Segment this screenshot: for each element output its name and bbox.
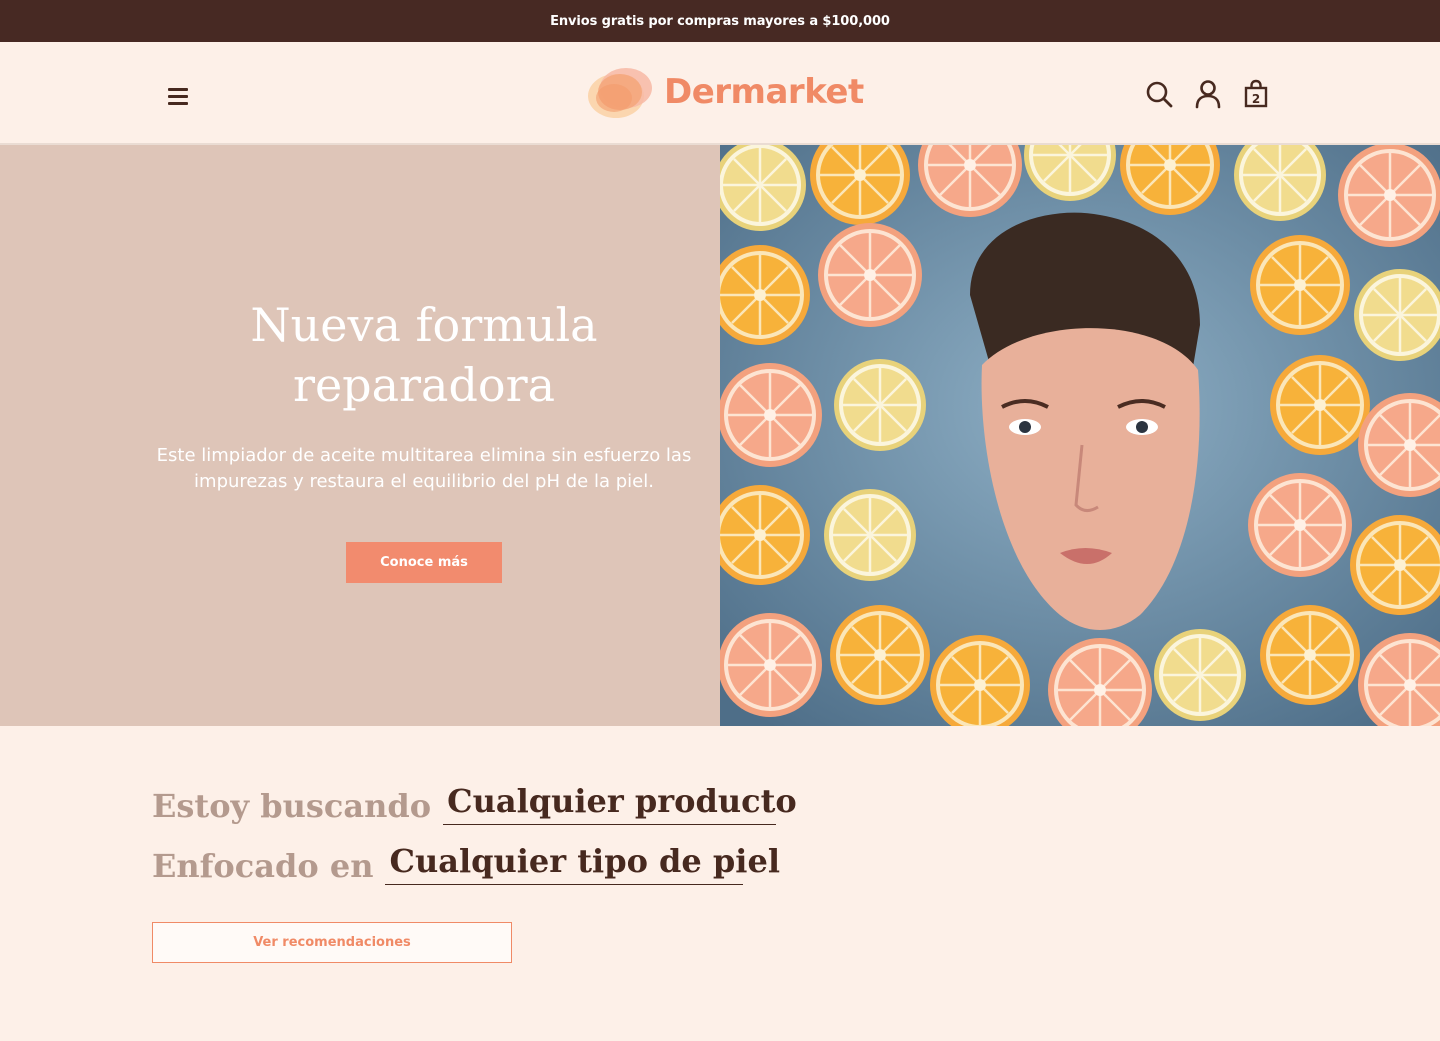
finder-label-looking-for: Estoy buscando bbox=[152, 787, 432, 825]
menu-button[interactable] bbox=[160, 78, 196, 114]
search-button[interactable] bbox=[1142, 76, 1176, 112]
logo-blob-icon bbox=[588, 68, 652, 118]
shopping-bag-icon: 2 bbox=[1244, 79, 1268, 108]
hamburger-icon bbox=[168, 87, 188, 91]
view-recommendations-button[interactable]: Ver recomendaciones bbox=[152, 922, 512, 963]
skin-type-finder-row: Enfocado en Cualquier tipo de piel bbox=[152, 842, 780, 885]
announcement-text: Envios gratis por compras mayores a $100… bbox=[550, 13, 890, 29]
hero-title: Nueva formula reparadora bbox=[250, 298, 598, 412]
brand-logo[interactable]: Dermarket bbox=[586, 62, 864, 122]
announcement-bar: Envios gratis por compras mayores a $100… bbox=[0, 0, 1440, 42]
user-icon bbox=[1195, 80, 1221, 109]
account-button[interactable] bbox=[1191, 76, 1225, 112]
hero-description: Este limpiador de aceite multitarea elim… bbox=[156, 445, 692, 492]
product-finder-row: Estoy buscando Cualquier producto bbox=[152, 782, 797, 825]
cart-count: 2 bbox=[1252, 92, 1260, 106]
skin-type-select[interactable]: Cualquier tipo de piel bbox=[385, 842, 780, 885]
product-type-select[interactable]: Cualquier producto bbox=[443, 782, 797, 825]
brand-name: Dermarket bbox=[664, 72, 864, 112]
search-icon bbox=[1146, 81, 1173, 108]
hero-image bbox=[720, 145, 1440, 726]
finder-label-focused-on: Enfocado en bbox=[152, 847, 374, 885]
hero-panel: Nueva formula reparadora Este limpiador … bbox=[0, 145, 720, 726]
site-header: Dermarket 2 bbox=[0, 42, 1440, 145]
learn-more-button[interactable]: Conoce más bbox=[346, 542, 502, 583]
skin-type-value: Cualquier tipo de piel bbox=[389, 842, 780, 880]
citrus-face-illustration bbox=[720, 145, 1440, 726]
product-type-value: Cualquier producto bbox=[447, 782, 797, 820]
cart-button[interactable]: 2 bbox=[1239, 76, 1273, 112]
